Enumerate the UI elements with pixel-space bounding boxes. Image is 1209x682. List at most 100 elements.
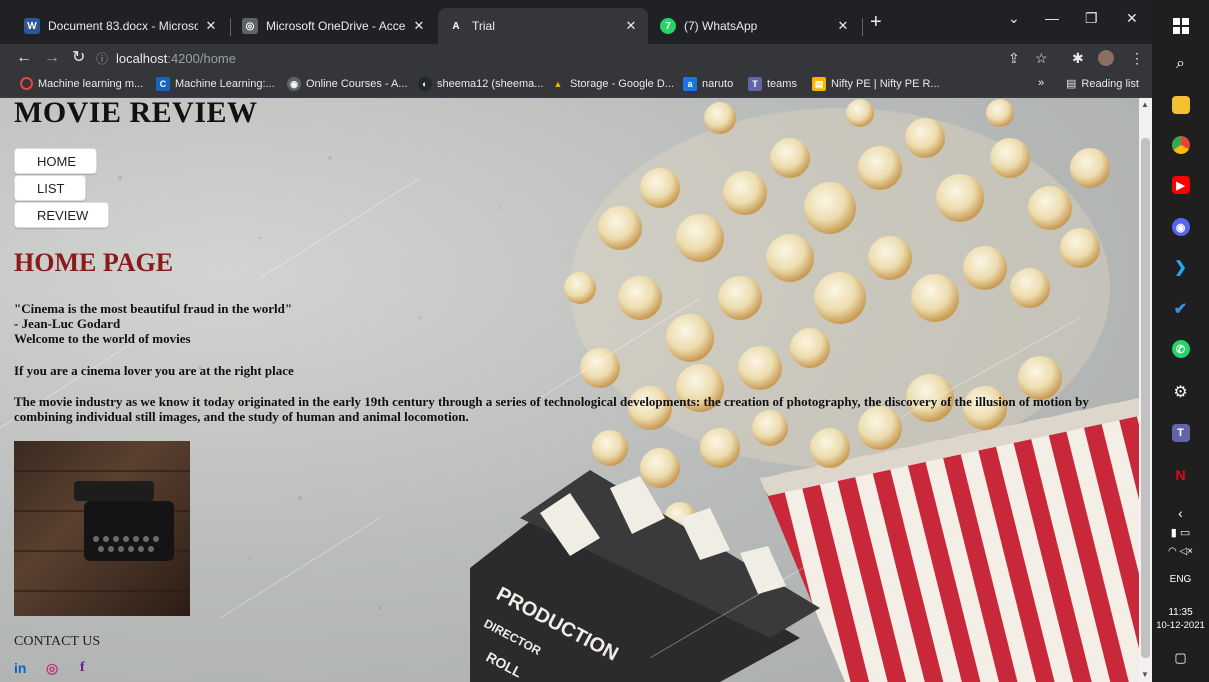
instagram-icon[interactable]: ◎: [46, 660, 58, 676]
whatsapp-icon: ✆: [1171, 340, 1190, 358]
taskbar-netflix[interactable]: N: [1152, 466, 1209, 484]
address-bar[interactable]: ⓘ localhost :4200/home: [96, 46, 996, 70]
nav-home-button[interactable]: HOME: [14, 148, 97, 174]
teams-icon: T: [748, 77, 762, 91]
close-icon[interactable]: ✕: [412, 18, 426, 34]
page-scrollbar[interactable]: ▲ ▼: [1139, 98, 1152, 682]
forward-icon[interactable]: →: [44, 48, 60, 68]
battery-icon[interactable]: ▮ ▭: [1152, 526, 1209, 539]
whatsapp-icon: 7: [660, 18, 676, 34]
bookmark-item[interactable]: ◉ Online Courses - A...: [287, 77, 408, 91]
scroll-up-icon[interactable]: ▲: [1141, 100, 1149, 109]
reading-list-icon: ▤: [1066, 78, 1077, 90]
new-tab-button[interactable]: +: [870, 12, 882, 32]
browser-toolbar: ← → ↻ ⓘ localhost :4200/home ⇪ ☆ ✱ ⋮: [0, 44, 1152, 72]
bookmark-item[interactable]: a naruto: [683, 77, 733, 91]
netflix-icon: N: [1171, 466, 1190, 484]
bookmark-item[interactable]: ▲ Storage - Google D...: [551, 77, 674, 91]
nav-review-button[interactable]: REVIEW: [14, 202, 109, 228]
wifi-volume-icon[interactable]: ◠ ◁×: [1152, 546, 1209, 557]
tab-search-icon[interactable]: ⌄: [1008, 10, 1020, 27]
bookmark-icon: a: [683, 77, 697, 91]
tab-trial[interactable]: A Trial ✕: [438, 8, 648, 44]
search-icon[interactable]: ⌕: [1152, 55, 1209, 73]
bookmark-item[interactable]: T teams: [748, 77, 797, 91]
welcome-text: Welcome to the world of movies: [14, 331, 191, 346]
discord-icon: ◉: [1171, 218, 1190, 236]
minimize-icon[interactable]: —: [1045, 10, 1059, 26]
taskbar-file-explorer[interactable]: [1152, 96, 1209, 114]
bookmark-label: Machine learning m...: [38, 77, 144, 90]
tab-title: (7) WhatsApp: [684, 19, 758, 33]
share-icon[interactable]: ⇪: [1008, 49, 1020, 67]
teams-icon: T: [1171, 424, 1190, 442]
tab-onedrive[interactable]: ◎ Microsoft OneDrive - Access files ✕: [232, 8, 436, 44]
language-indicator[interactable]: ENG: [1152, 574, 1209, 585]
bookmark-item[interactable]: C Machine Learning:...: [156, 77, 275, 91]
taskbar-vscode[interactable]: ❯: [1152, 258, 1209, 276]
quote-author: - Jean-Luc Godard: [14, 316, 121, 331]
checkmark-icon: ✔: [1171, 300, 1190, 318]
bookmark-item[interactable]: Machine learning m...: [20, 77, 143, 90]
info-icon[interactable]: ⓘ: [96, 50, 108, 67]
restore-icon[interactable]: ❐: [1085, 10, 1098, 27]
reading-list-button[interactable]: ▤ Reading list: [1066, 77, 1139, 91]
youtube-icon: ▶: [1171, 176, 1190, 194]
bookmark-label: Storage - Google D...: [570, 78, 674, 90]
angular-icon: A: [448, 18, 464, 34]
chevron-right-icon: »: [1038, 77, 1045, 89]
bookmark-icon: ◉: [287, 77, 301, 91]
bookmark-item[interactable]: ◐ sheema12 (sheema...: [418, 77, 543, 91]
bookmark-label: naruto: [702, 78, 734, 90]
url-path: :4200/home: [167, 50, 236, 66]
site-title: MOVIE REVIEW: [14, 98, 258, 129]
bookmark-label: teams: [767, 78, 797, 90]
settings-gear-icon[interactable]: ⚙: [1152, 382, 1209, 402]
more-bookmarks-button[interactable]: »: [1038, 77, 1044, 89]
taskbar-whatsapp[interactable]: ✆: [1152, 340, 1209, 358]
contact-heading: CONTACT US: [14, 634, 101, 649]
taskbar-todo[interactable]: ✔: [1152, 300, 1209, 318]
url-host: localhost: [116, 50, 168, 66]
nav-list-button[interactable]: LIST: [14, 175, 86, 201]
taskbar-youtube[interactable]: ▶: [1152, 176, 1209, 194]
tab-whatsapp[interactable]: 7 (7) WhatsApp ✕: [650, 8, 860, 44]
window-close-icon[interactable]: ✕: [1126, 10, 1138, 27]
onedrive-icon: ◎: [242, 18, 258, 34]
bookmark-star-icon[interactable]: ☆: [1035, 49, 1048, 67]
reload-icon[interactable]: ↻: [72, 48, 85, 68]
taskbar-chrome[interactable]: [1152, 136, 1209, 154]
page-viewport: PRODUCTION DIRECTOR ROLL MOVIE REVIEW HO…: [0, 98, 1139, 682]
clock-time[interactable]: 11:35: [1152, 607, 1209, 618]
clock-date[interactable]: 10-12-2021: [1152, 620, 1209, 631]
start-button[interactable]: [1152, 18, 1209, 34]
extensions-icon[interactable]: ✱: [1072, 49, 1084, 67]
scroll-thumb[interactable]: [1141, 138, 1150, 658]
bookmark-item[interactable]: ▤ Nifty PE | Nifty PE R...: [812, 77, 940, 91]
tab-document[interactable]: W Document 83.docx - Microsoft W ✕: [14, 8, 228, 44]
close-icon[interactable]: ✕: [624, 18, 638, 34]
bookmark-icon: ▤: [812, 77, 826, 91]
chevron-left-icon[interactable]: ‹: [1152, 505, 1209, 521]
history-paragraph: The movie industry as we know it today o…: [14, 394, 1089, 424]
taskbar-discord[interactable]: ◉: [1152, 218, 1209, 236]
scroll-down-icon[interactable]: ▼: [1141, 670, 1149, 679]
tab-title: Document 83.docx - Microsoft W: [48, 19, 198, 33]
windows-icon: [1172, 18, 1189, 34]
bookmark-icon: [20, 77, 33, 90]
bookmarks-bar: Machine learning m... C Machine Learning…: [0, 72, 1152, 98]
linkedin-icon[interactable]: in: [14, 660, 26, 676]
close-icon[interactable]: ✕: [836, 18, 850, 34]
menu-icon[interactable]: ⋮: [1130, 49, 1144, 67]
clapperboard-illustration: PRODUCTION DIRECTOR ROLL: [470, 470, 820, 682]
notification-icon[interactable]: ▢: [1152, 650, 1209, 666]
facebook-icon[interactable]: f: [80, 660, 85, 676]
cinema-lover-text: If you are a cinema lover you are at the…: [14, 363, 294, 378]
taskbar-teams[interactable]: T: [1152, 424, 1209, 442]
browser-tab-bar: W Document 83.docx - Microsoft W ✕ ◎ Mic…: [0, 0, 1152, 44]
bookmark-label: Machine Learning:...: [175, 78, 275, 90]
back-icon[interactable]: ←: [16, 48, 32, 68]
vscode-icon: ❯: [1171, 258, 1190, 276]
close-icon[interactable]: ✕: [204, 18, 218, 34]
profile-avatar[interactable]: [1098, 50, 1114, 66]
